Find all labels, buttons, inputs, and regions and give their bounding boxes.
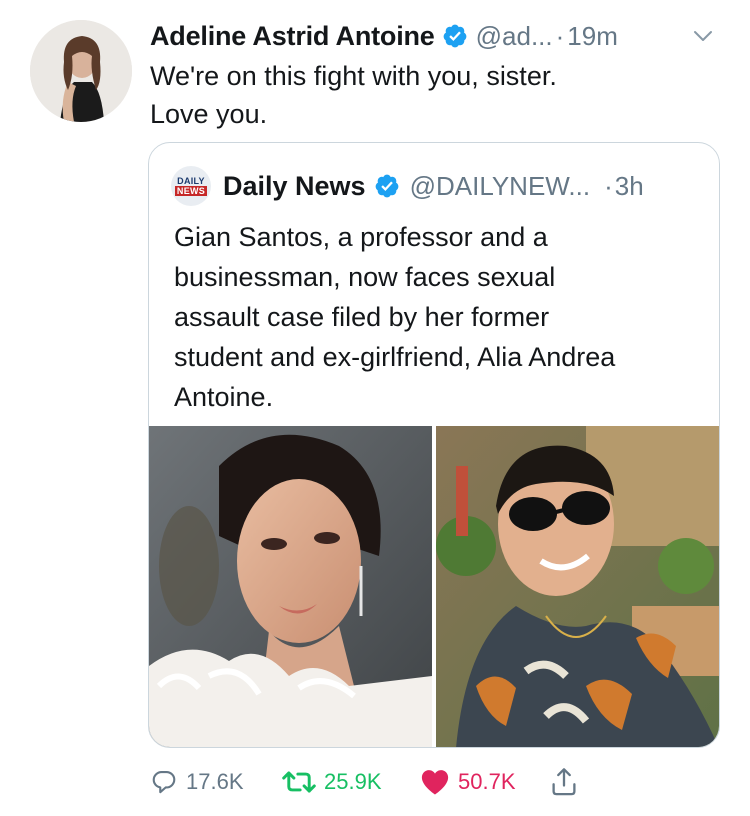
chevron-down-icon[interactable] — [692, 28, 714, 44]
tweet-action-bar: 17.6K 25.9K 50.7K — [150, 760, 620, 804]
like-count: 50.7K — [458, 769, 516, 794]
quoted-tweet-card[interactable]: DAILY NEWS Daily News @DAILYNEW... · 3h … — [148, 142, 720, 748]
like-button[interactable]: 50.7K — [420, 768, 550, 796]
heart-icon — [421, 770, 449, 795]
tweet-header: Adeline Astrid Antoine @ad... · 19m — [150, 18, 726, 54]
retweet-button[interactable]: 25.9K — [282, 768, 420, 796]
separator-dot: · — [604, 170, 613, 201]
verified-badge-icon — [443, 24, 466, 48]
reply-button[interactable]: 17.6K — [150, 768, 282, 796]
author-avatar[interactable] — [30, 20, 132, 122]
retweet-icon — [282, 771, 316, 793]
quoted-tweet-header: DAILY NEWS Daily News @DAILYNEW... · 3h — [171, 166, 699, 206]
photo-man-sunglasses[interactable] — [436, 426, 719, 747]
quoted-tweet-text: Gian Santos, a professor and a businessm… — [174, 222, 616, 412]
separator-dot: · — [555, 20, 565, 51]
retweet-count: 25.9K — [324, 769, 382, 794]
logo-text-top: DAILY — [177, 176, 205, 186]
photo-woman-portrait[interactable] — [149, 426, 432, 747]
reply-count: 17.6K — [186, 769, 244, 794]
daily-news-logo[interactable]: DAILY NEWS — [171, 166, 211, 206]
share-button[interactable] — [550, 767, 578, 797]
quoted-author-name[interactable]: Daily News — [223, 171, 366, 202]
quoted-author-handle[interactable]: @DAILYNEW... — [410, 171, 591, 202]
quoted-tweet-media — [149, 426, 719, 747]
share-icon — [552, 768, 576, 796]
author-name[interactable]: Adeline Astrid Antoine — [150, 21, 435, 52]
author-handle[interactable]: @ad... — [476, 21, 553, 52]
tweet-text: We're on this fight with you, sister. Lo… — [150, 61, 557, 129]
verified-badge-icon — [375, 174, 398, 198]
tweet-timestamp[interactable]: 19m — [567, 21, 618, 52]
logo-text-bottom: NEWS — [174, 186, 208, 196]
quoted-tweet-timestamp[interactable]: 3h — [615, 171, 644, 202]
reply-icon — [152, 771, 176, 794]
